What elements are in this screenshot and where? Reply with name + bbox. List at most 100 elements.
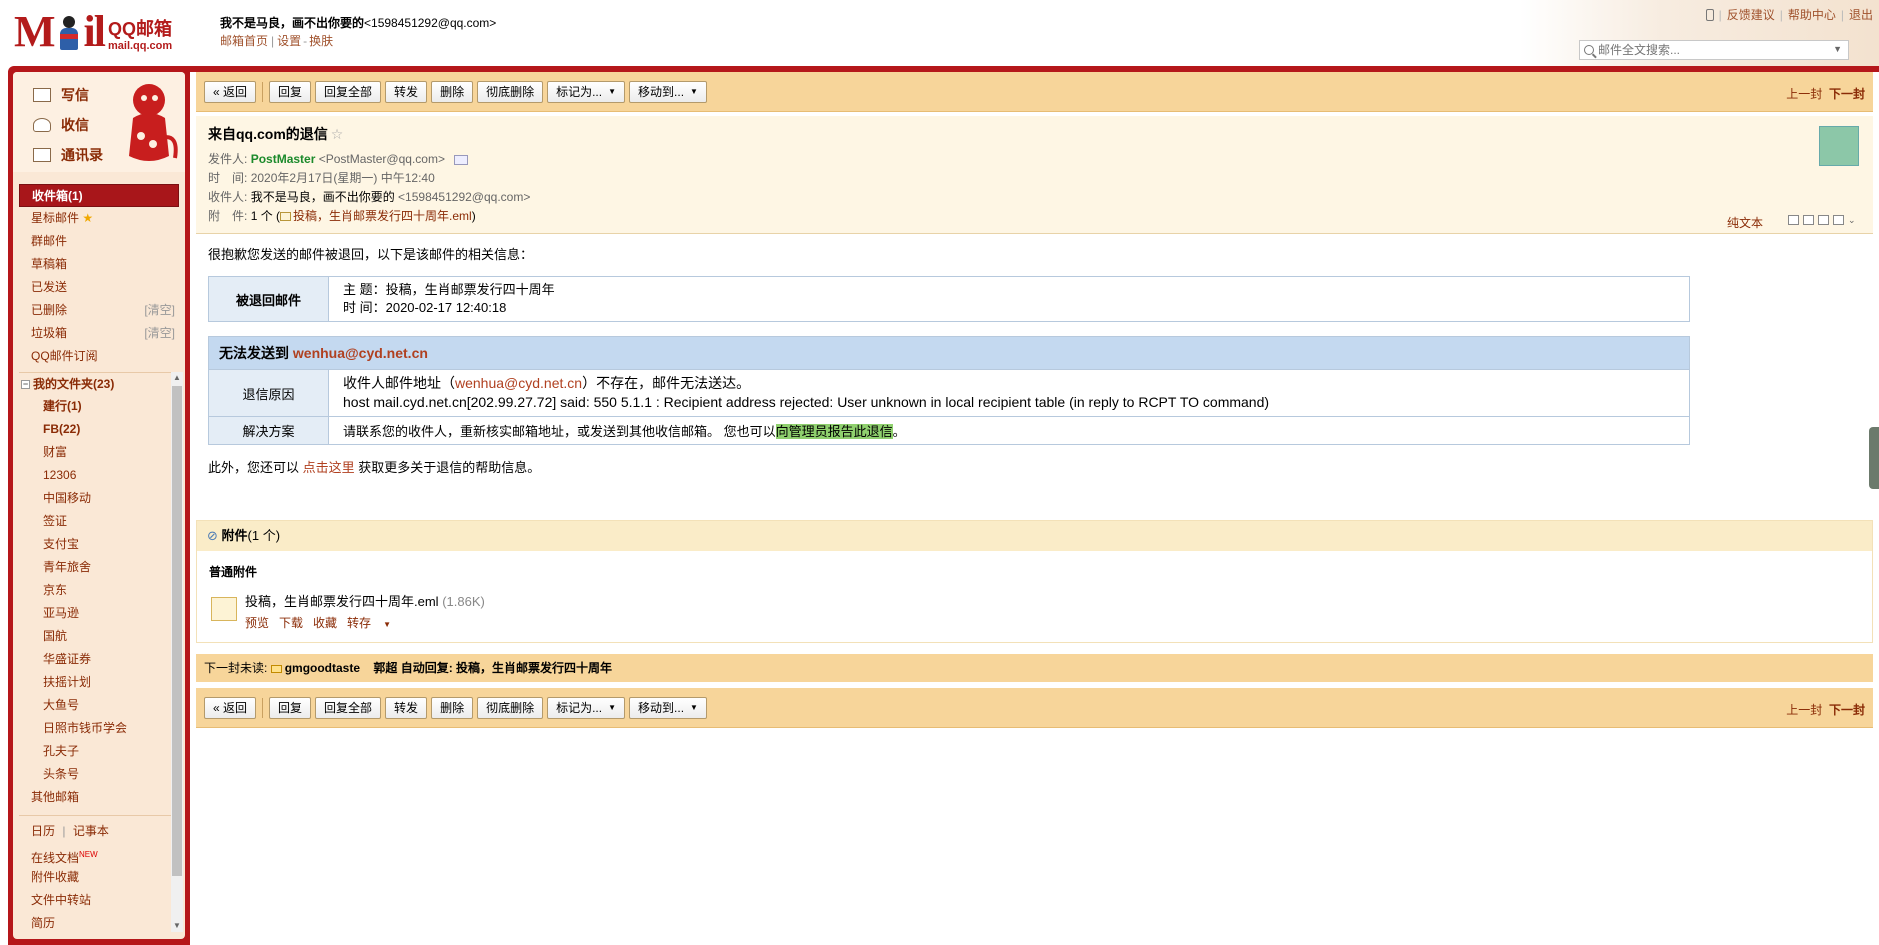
failure-heading: 无法发送到 wenhua@cyd.net.cn	[208, 336, 1690, 370]
download-link[interactable]: 下载	[279, 616, 303, 630]
folder-group[interactable]: 群邮件	[19, 230, 179, 253]
clear-deleted-button[interactable]: [清空]	[144, 299, 175, 322]
reply-button[interactable]: 回复	[269, 696, 312, 719]
back-button[interactable]: « 返回	[204, 80, 257, 103]
attachment-actions: 预览 下载 收藏 转存 ▼	[245, 614, 485, 631]
folder-custom[interactable]: 签证	[19, 510, 179, 533]
settings-link[interactable]: 设置	[277, 34, 301, 48]
source-icon[interactable]	[1803, 215, 1814, 225]
mark-as-dropdown[interactable]: 标记为... ▼	[547, 80, 626, 103]
folder-custom[interactable]: 中国移动	[19, 487, 179, 510]
folder-custom[interactable]: 孔夫子	[19, 740, 179, 763]
switch-skin-link[interactable]: 换肤	[309, 34, 333, 48]
folder-icon[interactable]	[1818, 215, 1829, 225]
forward-button[interactable]: 转发	[385, 696, 428, 719]
back-button[interactable]: « 返回	[204, 696, 257, 719]
permanent-delete-button[interactable]: 彻底删除	[477, 80, 544, 103]
report-admin-link[interactable]: 向管理员报告此退信	[775, 424, 893, 439]
to-row: 收件人: 我不是马良，画不出你要的 <1598451292@qq.com>	[208, 188, 1873, 207]
folder-custom[interactable]: 大鱼号	[19, 694, 179, 717]
notes-link[interactable]: 记事本	[73, 824, 109, 838]
side-handle[interactable]	[1869, 427, 1879, 489]
sender-avatar[interactable]	[1819, 126, 1859, 166]
clear-spam-button[interactable]: [清空]	[144, 322, 175, 345]
resume-link[interactable]: 简历	[19, 912, 179, 935]
folder-custom[interactable]: 国航	[19, 625, 179, 648]
forward-button[interactable]: 转发	[385, 80, 428, 103]
scroll-up-icon[interactable]: ▲	[171, 372, 183, 384]
folder-custom[interactable]: 支付宝	[19, 533, 179, 556]
reason-address-link[interactable]: wenhua@cyd.net.cn	[455, 375, 582, 391]
click-here-link[interactable]: 点击这里	[303, 460, 355, 475]
home-link[interactable]: 邮箱首页	[220, 34, 268, 48]
print-icon[interactable]	[1833, 215, 1844, 225]
star-toggle-icon[interactable]: ☆	[331, 126, 344, 142]
next-message-link[interactable]: 下一封	[1829, 703, 1865, 717]
folder-custom[interactable]: 青年旅舍	[19, 556, 179, 579]
failed-address-link[interactable]: wenhua@cyd.net.cn	[293, 345, 428, 361]
mark-as-dropdown[interactable]: 标记为... ▼	[547, 696, 626, 719]
my-folders-header[interactable]: − 我的文件夹(23)	[19, 372, 179, 395]
folder-custom[interactable]: 日照市钱币学会	[19, 717, 179, 740]
new-window-icon[interactable]	[1788, 215, 1799, 225]
folder-custom[interactable]: 亚马逊	[19, 602, 179, 625]
reply-button[interactable]: 回复	[269, 80, 312, 103]
folder-custom[interactable]: 财富	[19, 441, 179, 464]
folder-spam[interactable]: 垃圾箱 [清空]	[19, 322, 179, 345]
prev-message-link[interactable]: 上一封	[1786, 87, 1822, 101]
file-transfer-link[interactable]: 文件中转站	[19, 889, 179, 912]
folder-custom-label: 中国移动	[43, 491, 92, 505]
next-message-link[interactable]: 下一封	[1829, 87, 1865, 101]
attachment-filename[interactable]: 投稿，生肖邮票发行四十周年.eml	[245, 594, 439, 609]
attachment-favorites-link[interactable]: 附件收藏	[19, 866, 179, 889]
folder-custom[interactable]: 京东	[19, 579, 179, 602]
move-to-dropdown[interactable]: 移动到... ▼	[629, 696, 707, 719]
move-to-dropdown[interactable]: 移动到... ▼	[629, 80, 707, 103]
next-unread-subject[interactable]: 郭超 自动回复: 投稿，生肖邮票发行四十周年	[373, 661, 612, 675]
preview-link[interactable]: 预览	[245, 616, 269, 630]
search-input[interactable]	[1598, 43, 1828, 57]
reply-all-button[interactable]: 回复全部	[315, 80, 382, 103]
sender-name[interactable]: PostMaster	[251, 152, 316, 166]
folder-custom[interactable]: 12306	[19, 464, 179, 487]
folder-subscription[interactable]: QQ邮件订阅	[19, 345, 179, 368]
online-docs-link[interactable]: 在线文档NEW	[19, 843, 179, 866]
folder-custom[interactable]: 扶摇计划	[19, 671, 179, 694]
folder-starred[interactable]: 星标邮件 ★	[19, 207, 179, 230]
reply-all-button[interactable]: 回复全部	[315, 696, 382, 719]
attachment-link[interactable]: 投稿，生肖邮票发行四十周年.eml	[293, 209, 472, 223]
recipient-name[interactable]: 我不是马良，画不出你要的	[251, 190, 395, 204]
plain-text-toggle[interactable]: 纯文本	[1727, 214, 1763, 231]
feedback-link[interactable]: 反馈建议	[1727, 6, 1775, 23]
folder-inbox[interactable]: 收件箱(1)	[19, 184, 179, 207]
folder-custom[interactable]: FB(22)	[19, 418, 179, 441]
contact-card-icon[interactable]	[454, 154, 469, 165]
scrollbar-thumb[interactable]	[172, 386, 182, 876]
prev-message-link[interactable]: 上一封	[1786, 703, 1822, 717]
mobile-icon[interactable]	[1705, 8, 1714, 21]
folder-custom[interactable]: 头条号	[19, 763, 179, 786]
qq-mail-logo[interactable]: M il QQ邮箱 mail.qq.com	[14, 10, 172, 54]
folder-custom-label: 签证	[43, 514, 68, 528]
folder-deleted[interactable]: 已删除 [清空]	[19, 299, 179, 322]
folder-drafts[interactable]: 草稿箱	[19, 253, 179, 276]
chevron-down-icon[interactable]: ▼	[1833, 44, 1842, 54]
folder-sent[interactable]: 已发送	[19, 276, 179, 299]
folder-custom[interactable]: 建行(1)	[19, 395, 179, 418]
permanent-delete-button[interactable]: 彻底删除	[477, 696, 544, 719]
logout-link[interactable]: 退出	[1849, 6, 1873, 23]
sidebar-scrollbar[interactable]: ▲ ▼	[171, 372, 183, 932]
help-link[interactable]: 帮助中心	[1788, 6, 1836, 23]
folder-custom[interactable]: 华盛证券	[19, 648, 179, 671]
delete-button[interactable]: 删除	[431, 696, 474, 719]
search-box[interactable]: ▼	[1579, 40, 1849, 60]
scroll-down-icon[interactable]: ▼	[171, 920, 183, 932]
favorite-link[interactable]: 收藏	[313, 616, 337, 630]
delete-button[interactable]: 删除	[431, 80, 474, 103]
expand-icon[interactable]: ⌄	[1848, 215, 1859, 225]
calendar-link[interactable]: 日历	[31, 824, 55, 838]
collapse-icon[interactable]: −	[21, 380, 30, 390]
next-unread-sender[interactable]: gmgoodtaste	[285, 661, 360, 675]
folder-other-mailboxes[interactable]: 其他邮箱	[19, 786, 179, 809]
save-to-dropdown[interactable]: 转存 ▼	[347, 616, 401, 630]
